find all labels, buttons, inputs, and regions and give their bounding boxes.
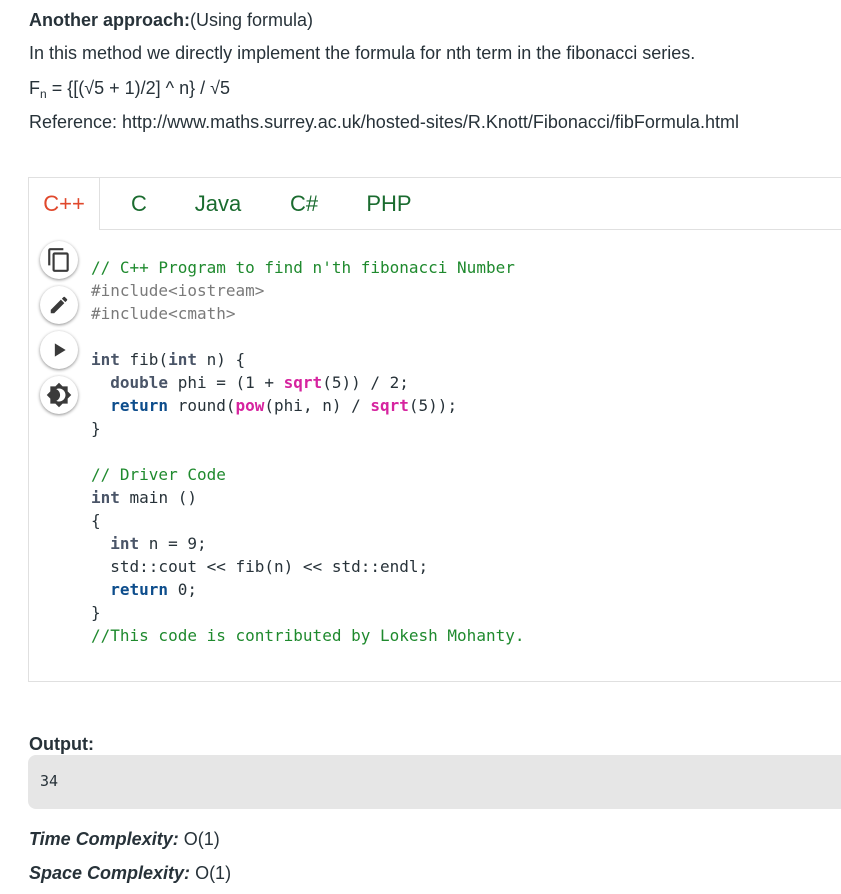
time-complexity-value: O(1) [178,829,220,849]
theme-toggle-button[interactable] [40,376,78,414]
space-complexity-value: O(1) [190,863,232,883]
space-complexity: Space Complexity: O(1) [29,861,231,885]
reference-link[interactable]: Reference: http://www.maths.surrey.ac.uk… [29,110,739,134]
formula: Fn = {[(√5 + 1)/2] ^ n} / √5 [29,76,230,106]
tab-c[interactable]: C [124,178,154,229]
output-value: 34 [40,772,59,790]
code-comment: // Driver Code [91,465,226,484]
code-include: #include<iostream> [91,281,265,300]
tab-php[interactable]: PHP [359,178,419,229]
output-label: Output: [29,734,94,754]
time-complexity-label: Time Complexity: [29,829,179,849]
edit-icon [50,296,68,314]
tab-csharp[interactable]: C# [284,178,324,229]
code-include: #include<cmath> [91,304,236,323]
formula-prefix: F [29,78,40,98]
code-comment: //This code is contributed by Lokesh Moh… [91,626,525,645]
section-heading: Another approach:(Using formula) [29,8,313,32]
heading-bold: Another approach: [29,10,191,30]
copy-icon [48,248,69,272]
time-complexity: Time Complexity: O(1) [29,827,220,851]
heading-rest: (Using formula) [190,10,314,30]
run-button[interactable] [40,331,78,369]
code-tabs-panel: C++ C Java C# PHP // C++ Program to find… [28,177,841,682]
code-comment: // C++ Program to find n'th fibonacci Nu… [91,258,515,277]
copy-button[interactable] [40,241,78,279]
tab-cpp[interactable]: C++ [29,178,100,230]
code-block: // C++ Program to find n'th fibonacci Nu… [91,258,525,645]
run-icon [54,343,66,357]
formula-subscript: n [40,87,47,101]
language-tabbar: C++ C Java C# PHP [29,178,841,230]
formula-body: = {[(√5 + 1)/2] ^ n} / √5 [46,78,230,98]
tab-java[interactable]: Java [187,178,249,229]
edit-button[interactable] [40,286,78,324]
space-complexity-label: Space Complexity: [29,863,191,883]
output-box: 34 [28,755,841,809]
method-description: In this method we directly implement the… [29,43,696,63]
theme-toggle-icon [46,382,72,408]
